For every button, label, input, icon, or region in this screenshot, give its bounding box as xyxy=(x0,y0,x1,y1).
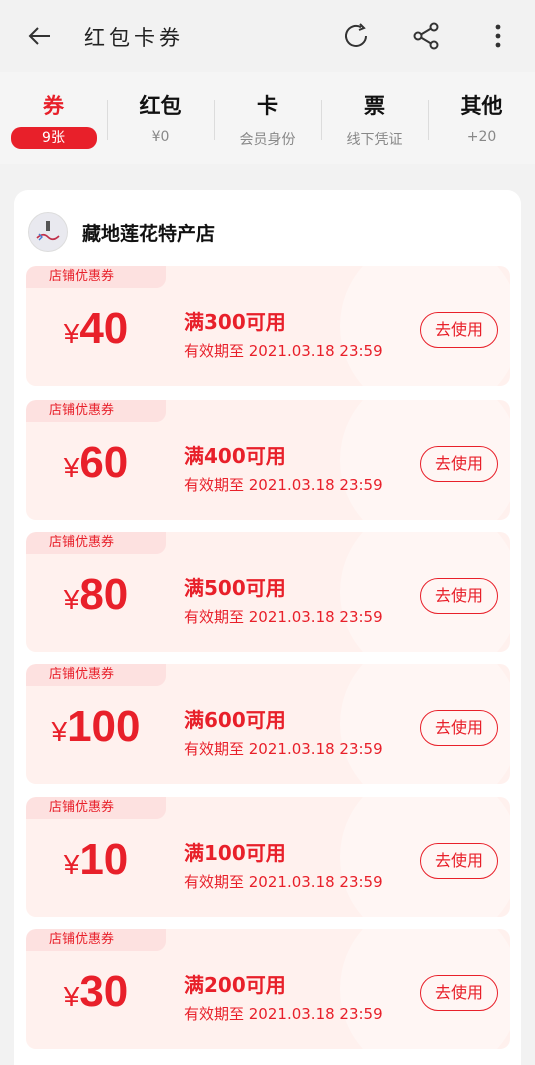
page-title: 红包卡券 xyxy=(84,26,184,50)
coupon-validity: 有效期至 2021.03.18 23:59 xyxy=(184,342,383,360)
coupon-amount: ¥80 xyxy=(26,570,166,620)
coupon-value: 30 xyxy=(79,967,129,1016)
coupon-validity: 有效期至 2021.03.18 23:59 xyxy=(184,1005,383,1023)
use-coupon-button[interactable]: 去使用 xyxy=(420,843,498,879)
tab-red-packet[interactable]: 红包 ¥0 xyxy=(107,72,214,164)
store-logo-icon xyxy=(36,221,60,241)
currency-symbol: ¥ xyxy=(63,318,80,349)
tab-sub: ¥0 xyxy=(151,129,170,145)
coupon-card: 店铺优惠券 ¥30 满200可用 有效期至 2021.03.18 23:59 去… xyxy=(26,929,510,1049)
currency-symbol: ¥ xyxy=(51,716,68,747)
use-coupon-button[interactable]: 去使用 xyxy=(420,975,498,1011)
coupon-condition: 满100可用 xyxy=(184,841,286,865)
coupon-value: 40 xyxy=(79,304,129,353)
coupon-card: 店铺优惠券 ¥40 满300可用 有效期至 2021.03.18 23:59 去… xyxy=(26,266,510,386)
coupon-card: 店铺优惠券 ¥10 满100可用 有效期至 2021.03.18 23:59 去… xyxy=(26,797,510,917)
tab-label: 票 xyxy=(364,94,385,118)
coupon-value: 10 xyxy=(79,835,129,884)
coupon-tag: 店铺优惠券 xyxy=(26,664,166,686)
share-icon[interactable] xyxy=(410,20,442,52)
coupon-amount: ¥40 xyxy=(26,304,166,354)
coupon-value: 60 xyxy=(79,438,129,487)
coupon-tag: 店铺优惠券 xyxy=(26,797,166,819)
back-arrow-icon[interactable] xyxy=(24,20,56,52)
tab-label: 券 xyxy=(43,94,64,118)
tab-label: 其他 xyxy=(460,94,503,118)
tab-coupon[interactable]: 券 9张 xyxy=(0,72,107,164)
coupon-value: 100 xyxy=(67,702,141,751)
use-coupon-button[interactable]: 去使用 xyxy=(420,446,498,482)
coupon-amount: ¥60 xyxy=(26,438,166,488)
currency-symbol: ¥ xyxy=(63,981,80,1012)
store-name: 藏地莲花特产店 xyxy=(82,222,216,245)
currency-symbol: ¥ xyxy=(63,849,80,880)
tab-count-badge: 9张 xyxy=(10,127,97,149)
top-bar: 红包卡券 xyxy=(0,0,535,72)
coupon-condition: 满600可用 xyxy=(184,708,286,732)
coupon-condition: 满500可用 xyxy=(184,576,286,600)
more-vertical-icon[interactable] xyxy=(486,20,510,52)
currency-symbol: ¥ xyxy=(63,452,80,483)
coupon-card: 店铺优惠券 ¥100 满600可用 有效期至 2021.03.18 23:59 … xyxy=(26,664,510,784)
tab-card[interactable]: 卡 会员身份 xyxy=(214,72,321,164)
coupon-tag: 店铺优惠券 xyxy=(26,266,166,288)
coupon-amount: ¥100 xyxy=(26,702,166,752)
tab-label: 红包 xyxy=(139,94,182,118)
coupon-validity: 有效期至 2021.03.18 23:59 xyxy=(184,476,383,494)
coupon-amount: ¥10 xyxy=(26,835,166,885)
coupon-value: 80 xyxy=(79,570,129,619)
currency-symbol: ¥ xyxy=(63,584,80,615)
use-coupon-button[interactable]: 去使用 xyxy=(420,578,498,614)
coupon-card: 店铺优惠券 ¥80 满500可用 有效期至 2021.03.18 23:59 去… xyxy=(26,532,510,652)
tab-sub: 会员身份 xyxy=(239,132,296,148)
refresh-icon[interactable] xyxy=(340,20,372,52)
coupon-condition: 满300可用 xyxy=(184,310,286,334)
coupon-panel: 藏地莲花特产店 店铺优惠券 ¥40 满300可用 有效期至 2021.03.18… xyxy=(14,190,521,1065)
coupon-tag: 店铺优惠券 xyxy=(26,929,166,951)
store-logo xyxy=(28,212,68,252)
tab-label: 卡 xyxy=(257,94,278,118)
coupon-card: 店铺优惠券 ¥60 满400可用 有效期至 2021.03.18 23:59 去… xyxy=(26,400,510,520)
coupon-validity: 有效期至 2021.03.18 23:59 xyxy=(184,740,383,758)
coupon-amount: ¥30 xyxy=(26,967,166,1017)
coupon-tag: 店铺优惠券 xyxy=(26,532,166,554)
coupon-condition: 满400可用 xyxy=(184,444,286,468)
use-coupon-button[interactable]: 去使用 xyxy=(420,312,498,348)
tab-sub: +20 xyxy=(466,129,497,145)
tab-other[interactable]: 其他 +20 xyxy=(428,72,535,164)
use-coupon-button[interactable]: 去使用 xyxy=(420,710,498,746)
coupon-validity: 有效期至 2021.03.18 23:59 xyxy=(184,608,383,626)
store-header[interactable]: 藏地莲花特产店 xyxy=(28,210,215,254)
tab-sub: 线下凭证 xyxy=(346,132,403,148)
category-tabs: 券 9张 红包 ¥0 卡 会员身份 票 线下凭证 其他 +20 xyxy=(0,72,535,164)
coupon-validity: 有效期至 2021.03.18 23:59 xyxy=(184,873,383,891)
tab-ticket[interactable]: 票 线下凭证 xyxy=(321,72,428,164)
coupon-tag: 店铺优惠券 xyxy=(26,400,166,422)
coupon-condition: 满200可用 xyxy=(184,973,286,997)
